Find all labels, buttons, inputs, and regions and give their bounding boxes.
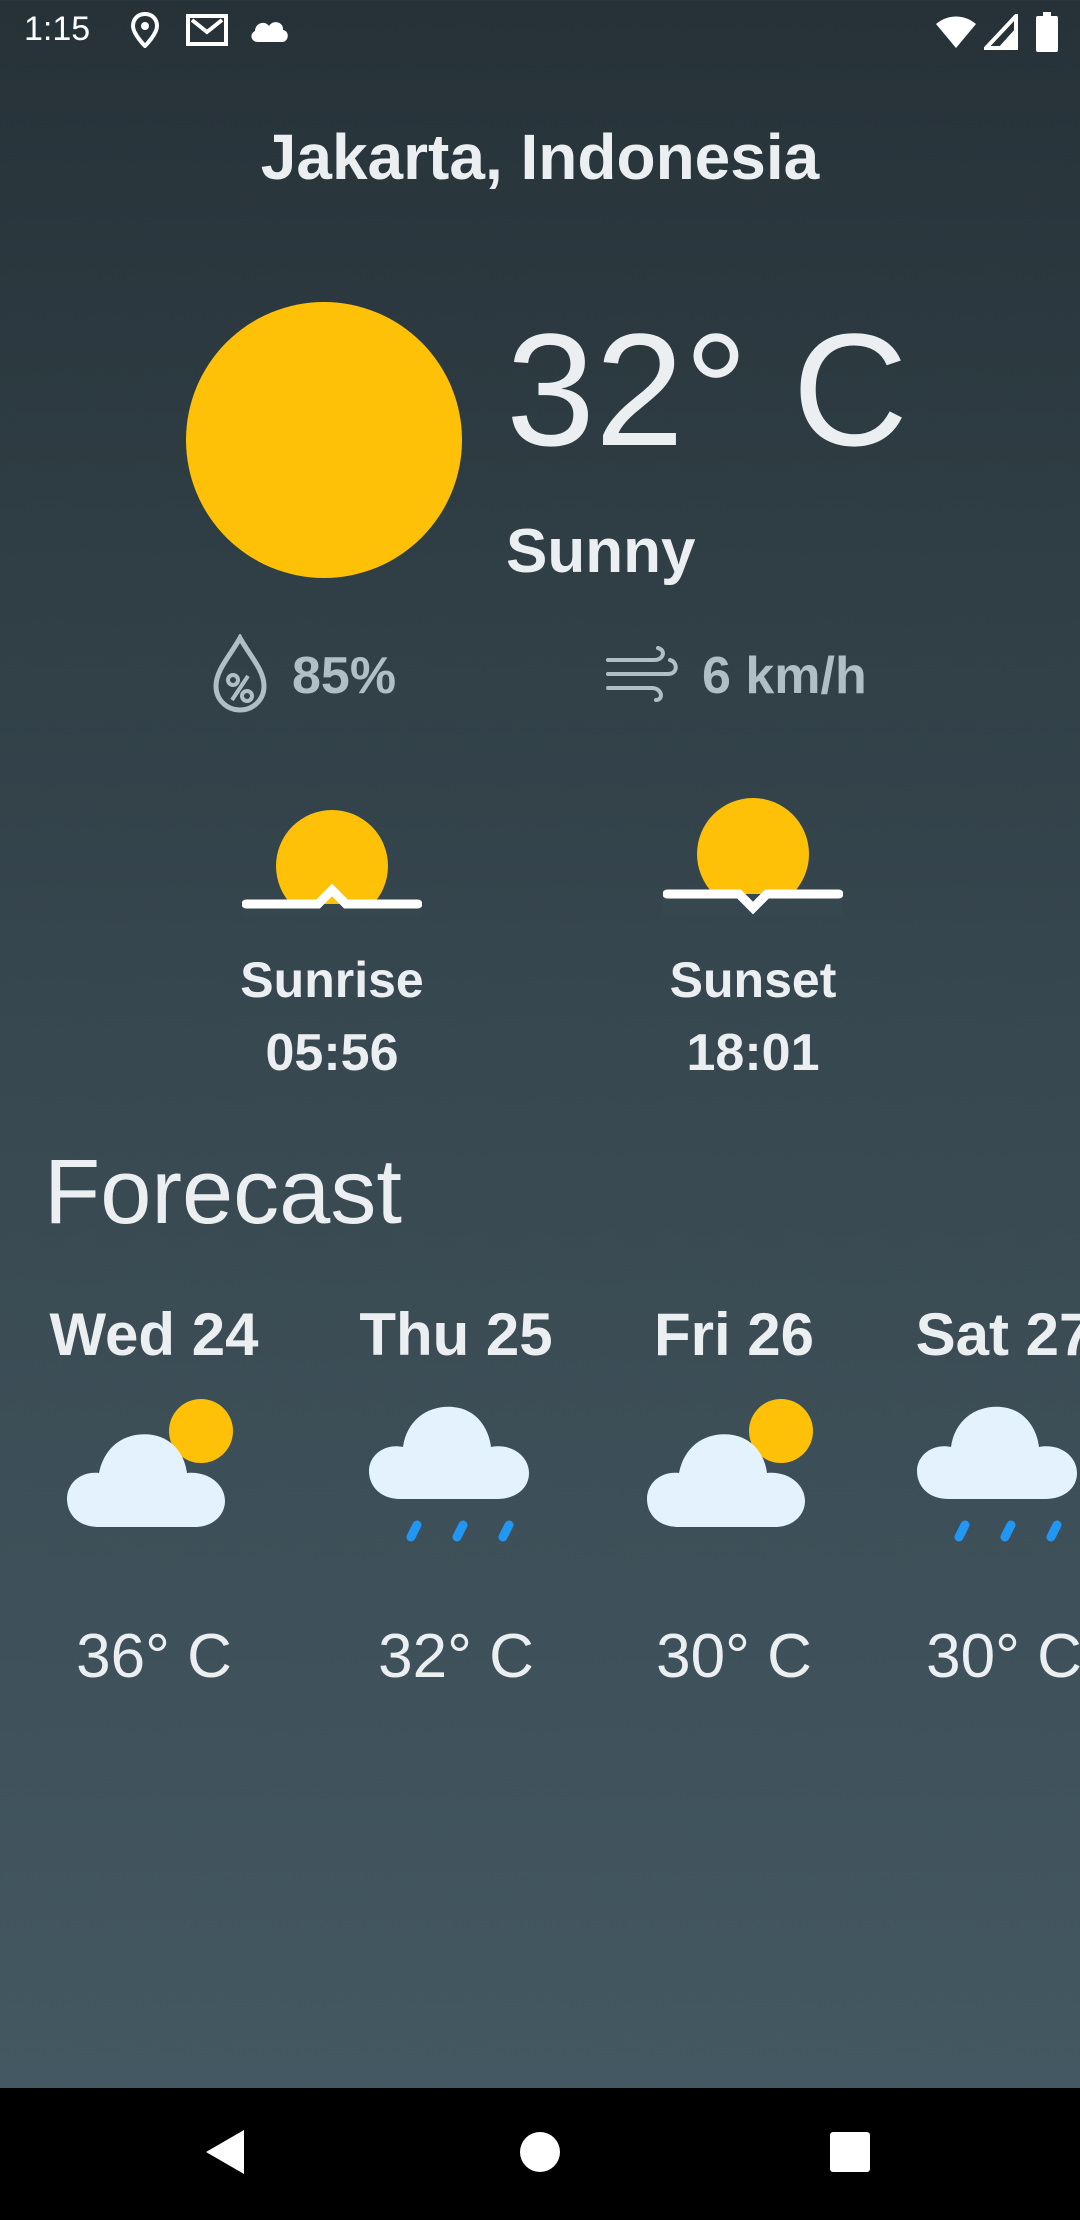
forecast-day-card[interactable]: Wed 24 36° C (24, 1300, 284, 1692)
back-button[interactable] (166, 2088, 286, 2220)
wind-icon (604, 644, 680, 709)
cellular-signal-icon (981, 10, 1018, 55)
partly-cloudy-icon (24, 1395, 284, 1565)
sunset-icon (662, 798, 844, 920)
forecast-day-name: Fri 26 (653, 1301, 815, 1368)
sunrise-icon (241, 810, 423, 922)
forecast-day-temp: 36° C (76, 1622, 232, 1691)
forecast-day-name: Thu 25 (359, 1301, 553, 1368)
forecast-day-name: Wed 24 (49, 1301, 259, 1368)
forecast-day-temp: 30° C (656, 1622, 812, 1691)
partly-cloudy-icon (604, 1395, 864, 1565)
wind-metric: 6 km/h (604, 636, 867, 716)
status-bar: 1:15 (0, 0, 1080, 64)
wind-value: 6 km/h (702, 647, 867, 705)
location-pin-icon (130, 11, 160, 53)
forecast-day-temp: 30° C (926, 1622, 1080, 1691)
humidity-drop-icon (210, 632, 270, 719)
recents-square-icon (829, 2131, 871, 2178)
forecast-day-temp: 32° C (378, 1622, 534, 1691)
sunrise-label: Sunrise (240, 952, 424, 1008)
sunset-time: 18:01 (686, 1024, 820, 1082)
navigation-bar (0, 2088, 1080, 2220)
location-title: Jakarta, Indonesia (260, 121, 820, 193)
sunny-weather-icon (186, 302, 462, 578)
forecast-day-card[interactable]: Sat 27 30° C (874, 1300, 1080, 1692)
forecast-day-name: Sat 27 (915, 1301, 1080, 1368)
forecast-day-card[interactable]: Fri 26 30° C (604, 1300, 864, 1692)
back-triangle-icon (204, 2128, 248, 2181)
home-button[interactable] (480, 2088, 600, 2220)
forecast-day-card[interactable]: Thu 25 32° C (326, 1300, 586, 1692)
sunrise-time: 05:56 (265, 1024, 399, 1082)
status-time: 1:15 (24, 10, 91, 48)
rain-cloud-icon (326, 1395, 586, 1565)
sunset-block: Sunset 18:01 (643, 796, 863, 1083)
sunrise-block: Sunrise 05:56 (222, 796, 442, 1083)
recents-button[interactable] (790, 2088, 910, 2220)
cloud-icon (248, 16, 290, 49)
home-circle-icon (518, 2130, 562, 2179)
humidity-metric: 85% (210, 632, 397, 719)
battery-icon (1036, 12, 1058, 57)
current-temperature: 32° C (506, 300, 908, 479)
humidity-value: 85% (292, 647, 397, 705)
current-condition: Sunny (506, 517, 696, 586)
gmail-icon (186, 12, 228, 53)
wifi-icon (934, 14, 978, 55)
rain-cloud-icon (874, 1395, 1080, 1565)
sunset-label: Sunset (669, 952, 837, 1008)
forecast-title: Forecast (44, 1141, 402, 1243)
